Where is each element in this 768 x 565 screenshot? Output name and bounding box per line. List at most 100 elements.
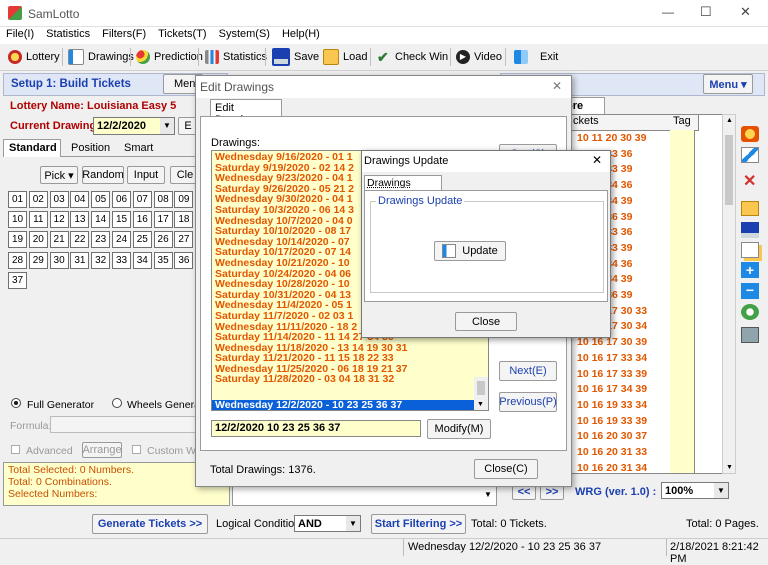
tab-position[interactable]: Position	[64, 141, 118, 157]
drawings-list-vscroll[interactable]: ▼	[474, 377, 488, 410]
number-cell-32[interactable]: 32	[91, 251, 111, 269]
input-button[interactable]: Input	[127, 166, 165, 184]
save-disk-icon[interactable]	[741, 222, 759, 238]
formula-select[interactable]	[50, 416, 196, 433]
number-cell-33[interactable]: 33	[112, 251, 131, 269]
next-button[interactable]: Next(E)	[499, 361, 557, 381]
ticket-row[interactable]: 10 16 17 33 39	[577, 367, 647, 383]
menu-file[interactable]: File(I)	[0, 27, 40, 40]
prediction-button[interactable]: Prediction	[136, 47, 203, 67]
number-cell-05[interactable]: 05	[91, 191, 111, 208]
close-icon[interactable]: ✕	[552, 79, 562, 93]
zoom-select[interactable]: 100% ▼	[661, 482, 729, 499]
plus-icon[interactable]: +	[741, 262, 759, 278]
scroll-down-icon[interactable]: ▼	[477, 401, 484, 408]
number-cell-23[interactable]: 23	[91, 231, 111, 249]
number-cell-28[interactable]: 28	[8, 251, 27, 269]
wheels-generator-radio[interactable]	[112, 398, 122, 408]
minimize-button[interactable]: —	[662, 5, 674, 19]
number-cell-31[interactable]: 31	[70, 251, 90, 269]
ticket-row[interactable]: 10 11 20 30 39	[577, 131, 647, 147]
selected-drawing-row[interactable]: Wednesday 12/2/2020 - 10 23 25 36 37	[212, 400, 474, 410]
number-cell-26[interactable]: 26	[153, 231, 173, 249]
ticket-row[interactable]: 10 16 20 30 37	[577, 429, 647, 445]
edit-pencil-icon[interactable]	[741, 147, 759, 163]
menu-system[interactable]: System(S)	[213, 27, 276, 40]
tickets-vscroll[interactable]: ▲ ▼	[722, 114, 736, 474]
number-cell-24[interactable]: 24	[112, 231, 131, 249]
number-cell-08[interactable]: 08	[153, 191, 173, 208]
generate-tickets-button[interactable]: Generate Tickets >>	[92, 514, 208, 534]
tab-smart[interactable]: Smart	[120, 141, 166, 157]
menu-statistics[interactable]: Statistics	[40, 27, 96, 40]
logical-condition-select[interactable]: AND ▼	[294, 515, 361, 532]
drawing-row[interactable]: Saturday 11/28/2020 - 03 04 18 31 32	[215, 374, 407, 385]
ticket-row[interactable]: 10 16 20 31 33	[577, 445, 647, 461]
scroll-thumb[interactable]	[725, 135, 733, 205]
drawings-update-tab[interactable]: Drawings Update	[364, 175, 442, 201]
modify-button[interactable]: Modify(M)	[427, 419, 491, 439]
number-cell-01[interactable]: 01	[8, 191, 27, 208]
random-button[interactable]: Random	[82, 166, 124, 184]
number-cell-03[interactable]: 03	[49, 191, 69, 208]
chevron-down-icon[interactable]: ▼	[484, 490, 492, 499]
pick-button[interactable]: Pick ▾	[40, 166, 78, 184]
update-close-button[interactable]: Close	[455, 312, 517, 331]
number-cell-09[interactable]: 09	[174, 191, 194, 208]
close-button[interactable]: ✕	[740, 4, 751, 20]
save-button[interactable]: Save	[272, 47, 319, 67]
number-cell-02[interactable]: 02	[28, 191, 48, 208]
number-cell-16[interactable]: 16	[132, 211, 152, 229]
custom-wheel-checkbox[interactable]	[132, 445, 141, 454]
number-cell-15[interactable]: 15	[112, 211, 131, 229]
col-tickets-header[interactable]: ckets	[571, 115, 672, 131]
lottery-ball-icon[interactable]	[741, 126, 759, 142]
number-cell-27[interactable]: 27	[174, 231, 194, 249]
number-cell-29[interactable]: 29	[28, 251, 48, 269]
update-button[interactable]: Update	[434, 241, 506, 261]
scroll-down-icon[interactable]: ▼	[726, 464, 733, 471]
number-cell-10[interactable]: 10	[8, 211, 27, 229]
statistics-button[interactable]: Statistics	[205, 47, 267, 67]
start-filtering-button[interactable]: Start Filtering >>	[371, 514, 466, 534]
number-cell-04[interactable]: 04	[70, 191, 90, 208]
current-drawing-select[interactable]: 12/2/2020 ▼	[93, 117, 175, 135]
edit-close-button[interactable]: Close(C)	[474, 459, 538, 479]
ticket-row[interactable]: 10 16 20 31 34	[577, 461, 647, 473]
edit-drawings-tab[interactable]: Edit Drawings	[210, 99, 282, 126]
ticket-row[interactable]: 10 16 17 34 39	[577, 382, 647, 398]
menu-help[interactable]: Help(H)	[276, 27, 326, 40]
number-cell-30[interactable]: 30	[49, 251, 69, 269]
scroll-up-icon[interactable]: ▲	[726, 117, 733, 124]
right-menu-button[interactable]: Menu ▾	[703, 74, 753, 94]
arrange-button[interactable]: Arrange	[82, 442, 122, 458]
advanced-checkbox[interactable]	[11, 445, 20, 454]
close-icon[interactable]: ✕	[592, 153, 602, 167]
number-cell-25[interactable]: 25	[132, 231, 152, 249]
open-folder-icon[interactable]	[741, 201, 759, 216]
refresh-icon[interactable]	[741, 304, 759, 320]
delete-x-icon[interactable]: ✕	[743, 174, 756, 190]
video-button[interactable]: ▶ Video	[456, 47, 502, 67]
number-cell-18[interactable]: 18	[174, 211, 194, 229]
number-cell-11[interactable]: 11	[28, 211, 48, 229]
number-cell-13[interactable]: 13	[70, 211, 90, 229]
number-cell-14[interactable]: 14	[91, 211, 111, 229]
ticket-row[interactable]: 10 16 19 33 34	[577, 398, 647, 414]
tab-standard[interactable]: Standard	[3, 139, 61, 157]
number-cell-21[interactable]: 21	[49, 231, 69, 249]
number-cell-34[interactable]: 34	[132, 251, 152, 269]
minus-icon[interactable]: −	[741, 283, 759, 299]
printer-icon[interactable]	[741, 327, 759, 343]
previous-button[interactable]: Previous(P)	[499, 392, 557, 412]
number-cell-07[interactable]: 07	[132, 191, 152, 208]
menu-filters[interactable]: Filters(F)	[96, 27, 152, 40]
number-cell-12[interactable]: 12	[49, 211, 69, 229]
number-cell-36[interactable]: 36	[174, 251, 194, 269]
number-cell-35[interactable]: 35	[153, 251, 173, 269]
drawings-button[interactable]: Drawings	[68, 47, 134, 67]
ticket-row[interactable]: 10 16 17 33 34	[577, 351, 647, 367]
number-cell-37[interactable]: 37	[8, 271, 27, 289]
menu-tickets[interactable]: Tickets(T)	[152, 27, 212, 40]
check-win-button[interactable]: ✔ Check Win	[377, 47, 448, 67]
